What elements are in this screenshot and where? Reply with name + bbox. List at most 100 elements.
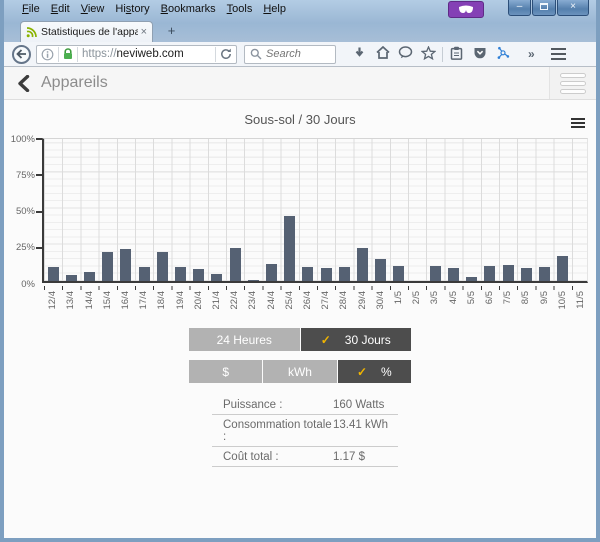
y-axis-tick [36,174,42,176]
x-axis-label: 13/4 [65,291,77,323]
bar-28-4[interactable] [339,267,350,282]
search-icon [250,48,262,60]
bar-22-4[interactable] [230,248,241,281]
bar-3-5[interactable] [430,266,441,281]
download-icon[interactable] [348,46,371,62]
check-icon: ✓ [321,333,331,347]
chevron-left-icon [17,75,30,92]
page-header: Appareils [4,67,596,100]
back-arrow-icon [16,49,27,59]
bar-29-4[interactable] [357,248,368,281]
bar-20-4[interactable] [193,269,204,281]
menu-edit[interactable]: Edit [51,3,70,15]
button--[interactable]: ✓% [338,360,411,383]
chart-title: Sous-sol / 30 Jours [4,112,596,127]
y-axis-label: 0% [4,279,35,290]
menu-history[interactable]: History [115,3,149,15]
plot-area: 12/413/414/415/416/417/418/419/420/421/4… [42,138,588,283]
bar-23-4[interactable] [248,280,259,281]
stat-label: Coût total : [223,451,333,463]
stat-row: Puissance :160 Watts [212,395,398,415]
y-axis-label: 50% [4,206,35,217]
close-button[interactable]: × [557,0,589,16]
tab-statistiques[interactable]: Statistiques de l'appareil × [20,21,153,42]
y-axis-tick [36,138,42,140]
bar-5-5[interactable] [466,277,477,281]
maximize-button[interactable] [532,0,556,16]
button--[interactable]: $ [189,360,263,383]
bar-1-5[interactable] [393,266,404,281]
minimize-button[interactable]: – [508,0,531,16]
bar-25-4[interactable] [284,216,295,281]
x-axis-label: 29/4 [357,291,369,323]
button-30-jours[interactable]: ✓30 Jours [301,328,412,351]
tab-close-icon[interactable]: × [141,27,147,37]
bar-16-4[interactable] [120,249,131,281]
stat-label: Consommation totale : [223,419,333,443]
stat-value: 1.17 $ [333,451,398,463]
browser-window: FileEditViewHistoryBookmarksToolsHelp – … [0,0,600,542]
bar-12-4[interactable] [48,267,59,282]
button-kwh[interactable]: kWh [263,360,337,383]
menu-help[interactable]: Help [263,3,286,15]
new-tab-button[interactable]: + [159,22,184,41]
menu-view[interactable]: View [81,3,105,15]
menu-file[interactable]: File [22,3,40,15]
segmented-period: 24 Heures✓30 Jours [189,328,411,351]
chart-context-menu-button[interactable] [571,116,585,130]
menu-hamburger-icon[interactable] [551,45,566,63]
bookmark-star-icon[interactable] [417,46,440,63]
search-bar[interactable] [244,45,336,64]
search-input[interactable] [266,48,326,60]
button-label: kWh [288,365,312,379]
stat-row: Coût total :1.17 $ [212,447,398,467]
divider [58,47,59,62]
x-axis-label: 22/4 [229,291,241,323]
header-menu-button[interactable] [549,67,596,99]
menu-bookmarks[interactable]: Bookmarks [161,3,216,15]
back-button[interactable] [12,45,31,64]
addon-network-icon[interactable] [491,46,514,63]
x-axis-label: 16/4 [120,291,132,323]
info-icon[interactable] [41,48,54,61]
y-axis-label: 100% [4,134,35,145]
bar-4-5[interactable] [448,268,459,281]
url-bar[interactable]: https://neviweb.com [36,45,237,64]
bar-8-5[interactable] [521,268,532,281]
comment-bubble-icon[interactable] [394,46,417,62]
bar-10-5[interactable] [557,256,568,281]
x-axis-ticks [44,286,590,290]
bar-15-4[interactable] [102,252,113,281]
bar-24-4[interactable] [266,264,277,281]
x-axis-label: 7/5 [502,291,514,323]
button-24-heures[interactable]: 24 Heures [189,328,301,351]
reload-icon[interactable] [220,48,232,60]
bar-13-4[interactable] [66,275,77,281]
url-text[interactable]: https://neviweb.com [82,48,211,60]
hamburger-icon [571,118,585,120]
x-axis-label: 1/5 [393,291,405,323]
bar-19-4[interactable] [175,267,186,282]
x-axis-label: 28/4 [338,291,350,323]
bar-7-5[interactable] [503,265,514,281]
bar-17-4[interactable] [139,267,150,282]
clipboard-icon[interactable] [445,46,468,63]
bar-30-4[interactable] [375,259,386,281]
home-icon[interactable] [371,46,394,62]
bar-21-4[interactable] [211,274,222,281]
bar-27-4[interactable] [321,268,332,281]
x-axis-label: 27/4 [320,291,332,323]
x-axis-label: 2/5 [411,291,423,323]
pocket-icon[interactable] [468,46,491,63]
page-title: Appareils [41,74,108,92]
x-axis-label: 11/5 [575,291,587,323]
bar-6-5[interactable] [484,266,495,281]
bar-26-4[interactable] [302,267,313,281]
x-axis-label: 19/4 [175,291,187,323]
bar-14-4[interactable] [84,272,95,281]
bar-9-5[interactable] [539,267,550,281]
page-back-button[interactable] [17,75,30,92]
bar-18-4[interactable] [157,252,168,281]
overflow-chevrons-icon[interactable]: » [528,47,535,61]
menu-tools[interactable]: Tools [227,3,253,15]
